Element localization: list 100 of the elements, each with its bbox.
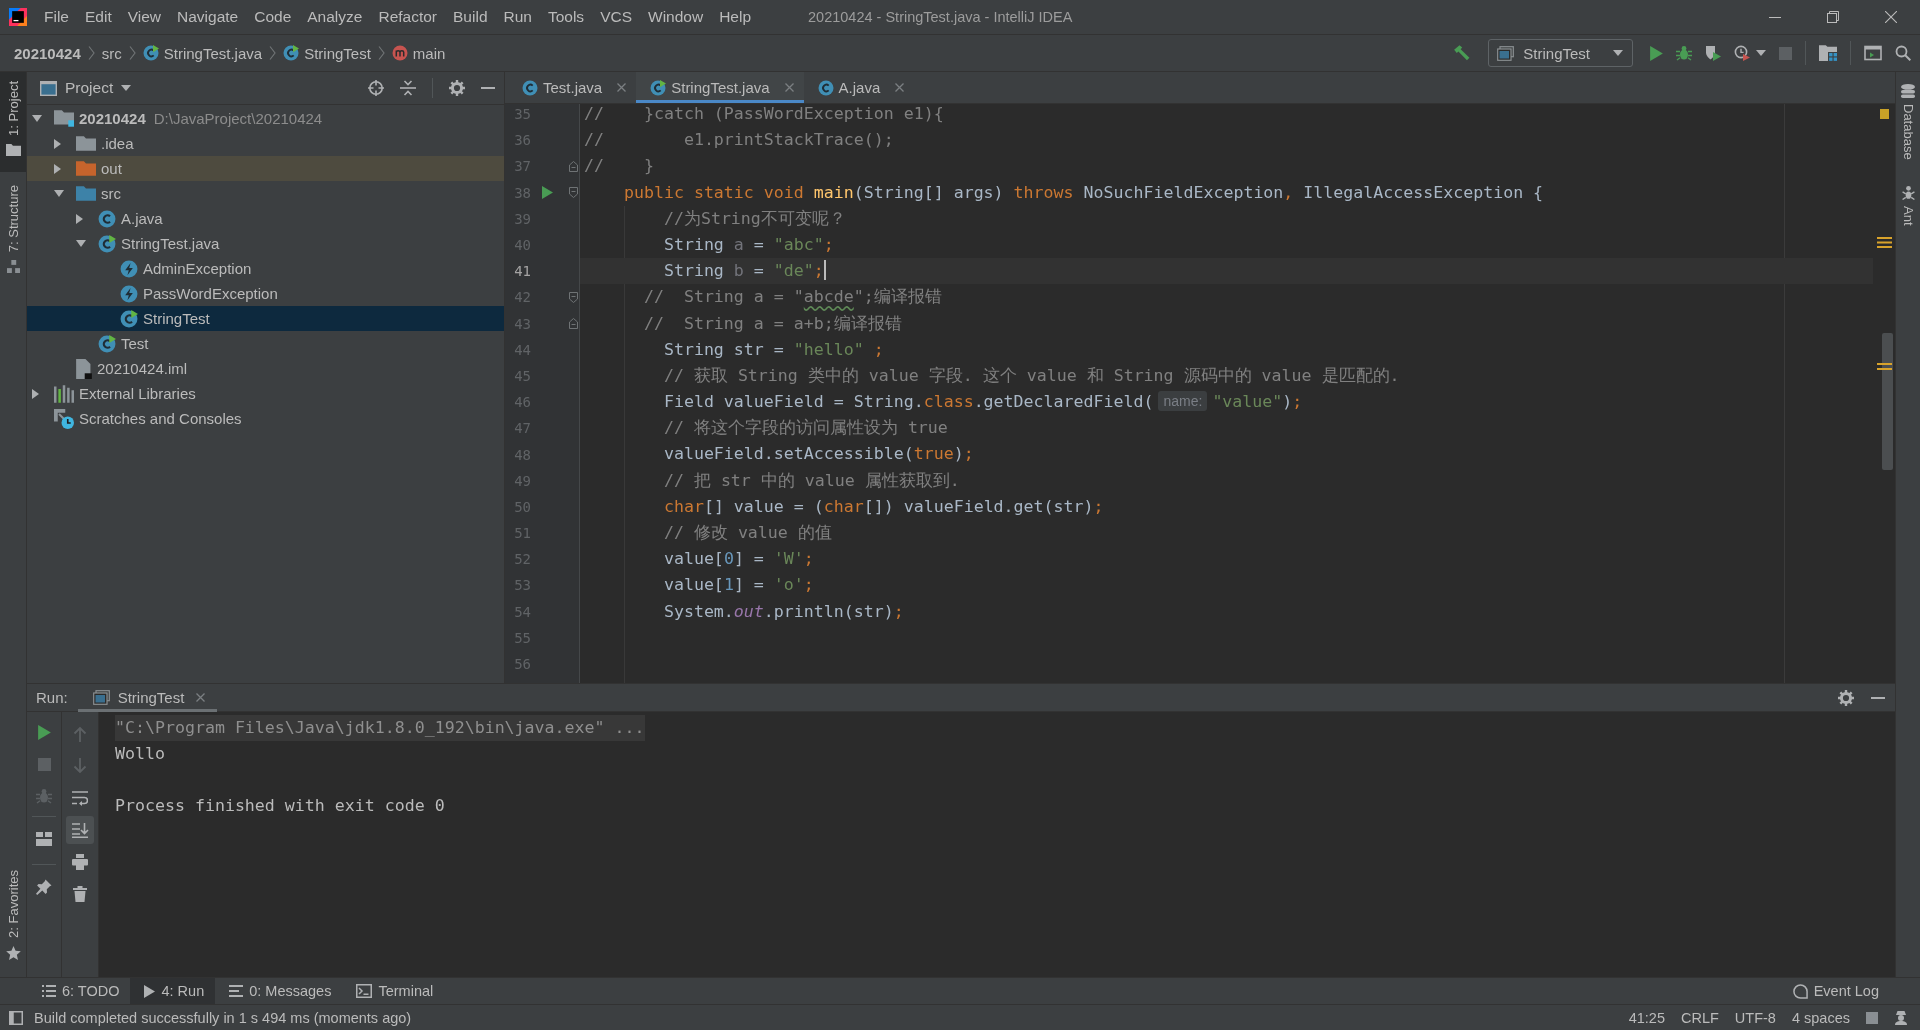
settings-icon[interactable] [449, 80, 465, 96]
file-encoding[interactable]: UTF-8 [1734, 1009, 1776, 1026]
stripe-mark-icon[interactable] [1877, 237, 1892, 248]
caret-right-icon[interactable] [54, 163, 61, 174]
play-icon[interactable] [1650, 45, 1663, 61]
breadcrumb-item[interactable]: StringTest.java [141, 44, 264, 62]
caret-right-icon[interactable] [32, 388, 39, 399]
breadcrumb-item[interactable]: StringTest [282, 44, 372, 62]
wrap-icon[interactable] [72, 790, 88, 806]
pin-icon[interactable] [36, 878, 52, 895]
editor-tab[interactable]: A.java [803, 72, 915, 103]
menu-item[interactable]: Refactor [370, 6, 446, 28]
trash-icon[interactable] [73, 886, 87, 902]
tree-item[interactable]: Test [27, 331, 504, 356]
close-icon[interactable] [617, 83, 627, 92]
project-view-dropdown[interactable]: Project [40, 79, 132, 97]
fold-marker-icon[interactable] [569, 318, 578, 330]
menu-item[interactable]: Run [495, 6, 540, 28]
settings-icon[interactable] [1838, 689, 1854, 706]
indent-setting[interactable]: 4 spaces [1791, 1009, 1850, 1026]
warning-marker-icon[interactable] [1880, 109, 1889, 119]
collapse-all-icon[interactable] [400, 80, 416, 96]
minimize-icon[interactable] [1769, 16, 1781, 18]
tree-item[interactable]: src [27, 181, 504, 206]
run-configuration-dropdown[interactable]: StringTest [1488, 39, 1633, 67]
event-log-button[interactable]: Event Log [1778, 978, 1890, 1004]
tree-item[interactable]: 20210424.iml [27, 356, 504, 381]
hammer-icon[interactable] [1453, 44, 1472, 62]
cursor-position[interactable]: 41:25 [1628, 1009, 1665, 1026]
caret-right-icon[interactable] [76, 213, 83, 224]
breadcrumb-item[interactable]: src [100, 44, 123, 62]
play-icon[interactable] [541, 186, 553, 200]
play-icon[interactable] [37, 724, 51, 740]
fold-marker-icon[interactable] [569, 291, 578, 303]
fold-marker-icon[interactable] [569, 160, 578, 172]
editor-tab[interactable]: Test.java [508, 72, 637, 103]
folder-grid-icon[interactable] [1819, 45, 1837, 61]
scroll-to-end-icon[interactable] [66, 816, 94, 844]
panel-icon [40, 80, 57, 96]
tree-item[interactable]: A.java [27, 206, 504, 231]
close-icon[interactable] [196, 693, 206, 702]
tool-window-button[interactable]: 4: Run [130, 978, 216, 1004]
panel-toggle-icon[interactable] [9, 1010, 23, 1025]
tree-item[interactable]: Scratches and Consoles [27, 406, 504, 431]
tool-window-button[interactable]: Terminal [342, 978, 445, 1004]
tool-window-button[interactable]: 2: Favorites [0, 861, 26, 977]
menu-item[interactable]: File [36, 6, 77, 28]
tool-window-button[interactable]: 0: Messages [215, 978, 343, 1004]
caret-down-icon[interactable] [1756, 50, 1766, 56]
caret-down-icon[interactable] [76, 240, 86, 247]
close-icon[interactable] [895, 83, 905, 92]
close-icon[interactable] [1885, 11, 1897, 23]
search-icon[interactable] [1895, 45, 1911, 61]
tool-window-button[interactable]: Database [1900, 72, 1916, 174]
menu-item[interactable]: Code [246, 6, 300, 28]
tree-item[interactable]: External Libraries [27, 381, 504, 406]
tree-item[interactable]: 20210424 D:\JavaProject\20210424 [27, 106, 504, 131]
menu-item[interactable]: Analyze [299, 6, 371, 28]
menu-item[interactable]: Navigate [169, 6, 247, 28]
shield-play-icon[interactable] [1705, 45, 1721, 61]
menu-item[interactable]: Edit [77, 6, 120, 28]
tree-item[interactable]: AdminException [27, 256, 504, 281]
bug-icon[interactable] [1676, 45, 1692, 61]
caret-right-icon[interactable] [54, 138, 61, 149]
printer-icon[interactable] [72, 854, 88, 870]
person-icon[interactable] [1894, 1010, 1908, 1025]
breadcrumb-item[interactable]: main [390, 44, 447, 62]
line-separator[interactable]: CRLF [1681, 1009, 1719, 1026]
caret-down-icon[interactable] [32, 115, 42, 122]
tree-item[interactable]: StringTest [27, 306, 504, 331]
menu-item[interactable]: VCS [592, 6, 640, 28]
menu-item[interactable]: Build [445, 6, 496, 28]
close-icon[interactable] [784, 83, 794, 92]
breadcrumb-item[interactable]: 20210424 [13, 44, 82, 62]
window-icon[interactable] [1864, 45, 1882, 61]
scrollbar-thumb[interactable] [1882, 333, 1893, 470]
tree-item[interactable]: PassWordException [27, 281, 504, 306]
tool-window-button[interactable]: 1: Project [0, 72, 26, 172]
editor-tab[interactable]: StringTest.java [636, 72, 804, 103]
square-icon[interactable] [1866, 1011, 1878, 1024]
bolt-icon [120, 284, 138, 303]
tool-window-button[interactable]: 7: Structure [0, 171, 26, 290]
restore-icon[interactable] [1827, 11, 1839, 23]
minimize-icon[interactable] [1871, 696, 1885, 699]
tree-item[interactable]: StringTest.java [27, 231, 504, 256]
tree-item[interactable]: .idea [27, 131, 504, 156]
menu-item[interactable]: Tools [539, 6, 593, 28]
code-line: value[0] = 'W'; [662, 548, 815, 571]
crosshair-icon[interactable] [368, 80, 384, 96]
menu-item[interactable]: Help [711, 6, 760, 28]
menu-item[interactable]: View [119, 6, 170, 28]
tool-window-button[interactable]: 6: TODO [28, 978, 131, 1004]
tree-item[interactable]: out [27, 156, 504, 181]
menu-item[interactable]: Window [640, 6, 712, 28]
fold-marker-icon[interactable] [569, 187, 578, 199]
clock-play-icon[interactable] [1734, 45, 1750, 61]
layout-icon[interactable] [36, 831, 52, 846]
caret-down-icon[interactable] [54, 190, 64, 197]
stripe-mark-icon[interactable] [1877, 363, 1892, 370]
tool-window-button[interactable]: Ant [1900, 173, 1916, 240]
